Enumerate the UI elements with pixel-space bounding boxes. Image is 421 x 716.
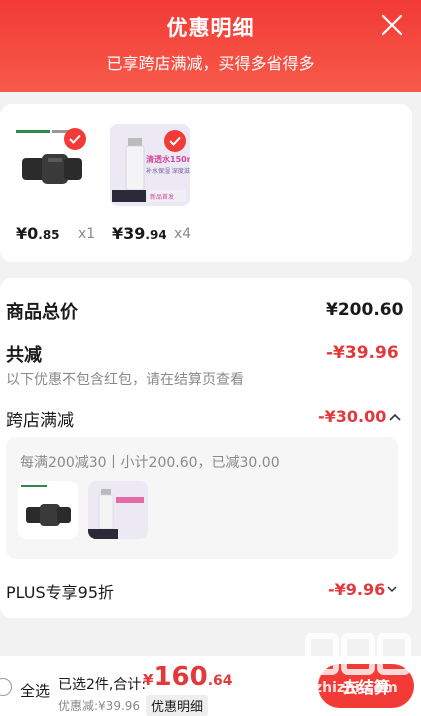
product-quantity: x1: [78, 226, 96, 242]
product-label-line2: 补水保湿 深度滋养: [146, 168, 190, 175]
detail-product-image-toner: [88, 481, 148, 539]
selected-check-icon: [64, 128, 86, 150]
select-all-radio[interactable]: [0, 678, 12, 696]
page-title: 优惠明细: [166, 16, 255, 40]
product-label-line1: 清透水150ml: [146, 155, 190, 164]
checkout-bar: 全选 已选2件,合计: ¥160.64 优惠减:¥39.96 优惠明细 去结算: [0, 656, 421, 716]
cross-store-detail: 每满200减30丨小计200.60，已减30.00: [20, 455, 280, 471]
discount-detail-button[interactable]: 优惠明细: [146, 695, 209, 716]
select-all-label[interactable]: 全选: [20, 680, 50, 701]
total-reduce-label: 共减: [6, 345, 42, 366]
currency-symbol: ¥: [143, 671, 154, 689]
detail-product-image-connector: [18, 481, 78, 539]
selected-count: 已选2件,合计:: [58, 677, 147, 693]
chevron-up-icon: [389, 413, 401, 421]
product-card: ¥0.85 x1 清透水150ml 补水保湿 深度滋养 新品首发 ¥39.94 …: [0, 104, 412, 262]
product-price: ¥39.94: [112, 224, 167, 243]
plus-discount-label: PLUS专享95折: [6, 583, 114, 602]
product-label-badge: 新品首发: [150, 194, 175, 201]
price-decimal: .85: [38, 228, 60, 242]
total-price-label: 商品总价: [6, 302, 78, 323]
discount-detail-header: 优惠明细 已享跨店满减，买得多省得多: [0, 0, 421, 92]
discount-amount: 优惠减:¥39.96: [58, 699, 141, 713]
checkout-button[interactable]: 去结算: [318, 664, 414, 708]
plus-discount-toggle[interactable]: -¥9.96: [328, 580, 397, 599]
total-decimal: .64: [207, 673, 233, 689]
price-decimal: .94: [145, 228, 167, 242]
chevron-down-icon: [387, 586, 397, 593]
cross-store-toggle[interactable]: -¥30.00: [318, 407, 401, 426]
toner-illustration: [88, 489, 144, 539]
cross-store-label: 跨店满减: [6, 411, 74, 431]
total-price-value: ¥200.60: [326, 300, 404, 320]
connector-illustration: [21, 485, 71, 526]
total-reduce-value: -¥39.96: [326, 343, 399, 363]
product-price: ¥0.85: [16, 224, 60, 243]
page-subtitle: 已享跨店满减，买得多省得多: [106, 54, 315, 73]
total-amount: ¥160.64: [143, 662, 233, 692]
product-quantity: x4: [174, 226, 192, 242]
price-integer: ¥39: [112, 224, 146, 243]
discount-note: 以下优惠不包含红包，请在结算页查看: [6, 372, 244, 388]
selected-check-icon: [164, 130, 186, 152]
cross-store-detail-box: 每满200减30丨小计200.60，已减30.00: [6, 437, 398, 559]
price-integer: ¥0: [16, 224, 39, 243]
close-icon[interactable]: [381, 14, 403, 36]
cross-store-value: -¥30.00: [318, 407, 387, 426]
total-integer: 160: [153, 662, 208, 692]
plus-discount-value: -¥9.96: [328, 580, 386, 599]
